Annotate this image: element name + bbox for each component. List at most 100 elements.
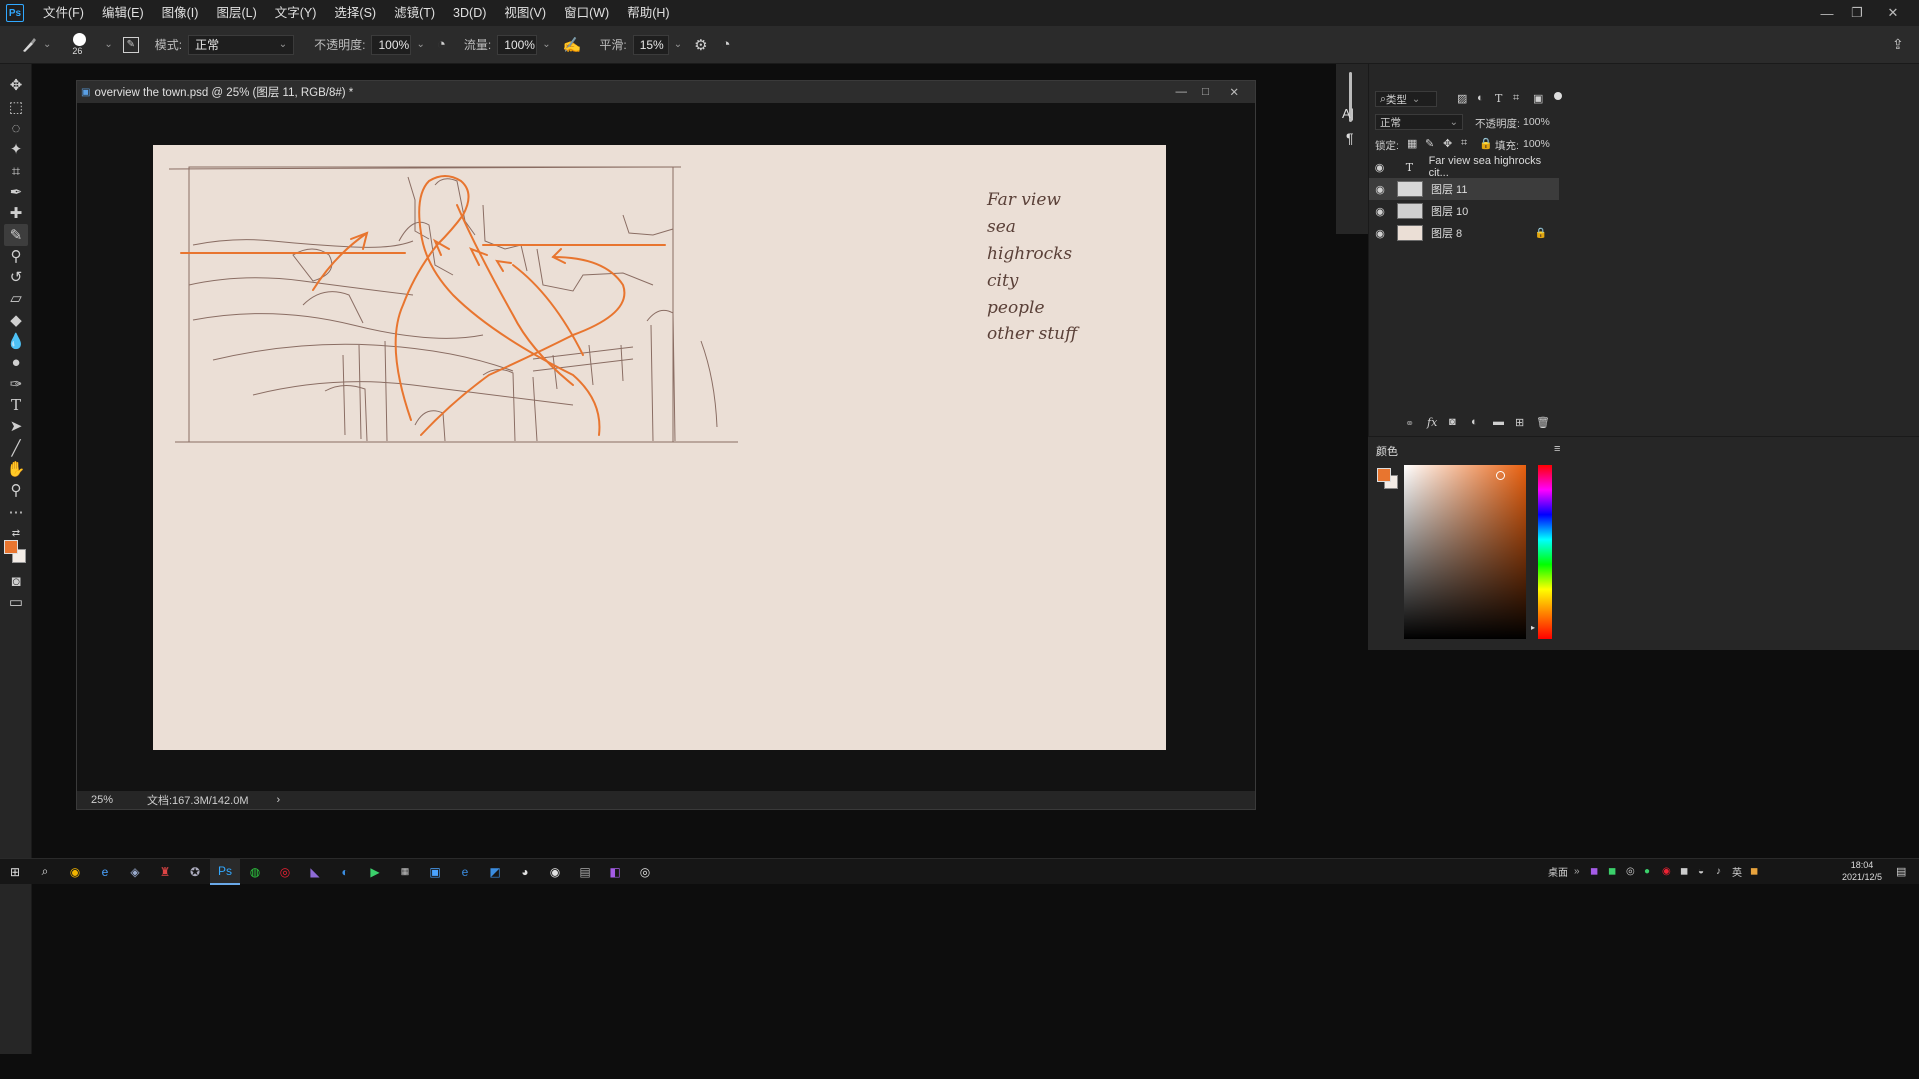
visual-studio-icon[interactable]: ◣ [300,859,330,885]
pressure-size-icon[interactable]: ◔ [722,36,731,53]
photoshop-taskbar-icon[interactable]: Ps [210,858,240,885]
flow-field[interactable]: 100% [497,34,538,55]
search-icon[interactable]: ⌕ [30,859,60,885]
menu-filter[interactable]: 滤镜(T) [385,0,444,26]
layer-opacity-value[interactable]: 100% [1523,116,1550,128]
app-icon[interactable]: ✪ [180,859,210,885]
blend-mode-select[interactable]: 正常 ⌄ [1375,114,1463,130]
healing-brush-tool-icon[interactable]: ✚ [4,202,28,224]
layer-row[interactable]: ◉ 图层 10 [1369,200,1559,222]
hand-tool-icon[interactable]: ✋ [4,458,28,480]
type-tool-icon[interactable]: T [4,394,28,416]
menu-help[interactable]: 帮助(H) [618,0,678,26]
eyedropper-tool-icon[interactable]: ✒ [4,181,28,203]
ime-indicator[interactable]: 英 [1732,864,1742,879]
filter-shape-icon[interactable]: ⌗ [1513,92,1519,105]
smoothing-field[interactable]: 15% [632,34,669,55]
wechat-icon[interactable]: ◍ [240,859,270,885]
netease-music-icon[interactable]: ◎ [270,859,300,885]
character-panel-icon[interactable]: A| [1342,106,1354,121]
doc-close-icon[interactable]: ✕ [1229,85,1239,99]
new-layer-icon[interactable]: ⊞ [1515,416,1524,429]
volume-icon[interactable]: ♪ [1716,866,1721,877]
menu-select[interactable]: 选择(S) [325,0,385,26]
doc-minimize-icon[interactable]: — [1176,86,1188,98]
layer-filter-select[interactable]: ⌕ 类型 ⌄ [1375,91,1437,107]
line-tool-icon[interactable]: ╱ [4,437,28,459]
lock-pixels-icon[interactable]: ✎ [1425,137,1434,150]
app-icon[interactable]: ◎ [630,859,660,885]
mode-select[interactable]: 正常 ⌄ [188,34,295,55]
more-tools-icon[interactable]: ⋯ [4,501,28,523]
ie-icon[interactable]: e [90,859,120,885]
menu-file[interactable]: 文件(F) [34,0,93,26]
desktop-label[interactable]: 桌面 [1548,864,1568,879]
close-icon[interactable]: ✕ [1878,0,1908,26]
document-titlebar[interactable]: ▣ overview the town.psd @ 25% (图层 11, RG… [77,81,1255,103]
gear-icon[interactable]: ⚙ [694,36,707,54]
menu-window[interactable]: 窗口(W) [555,0,618,26]
smoothing-chevron-icon[interactable]: ⌄ [674,39,682,50]
app-icon[interactable]: ◉ [540,859,570,885]
app-icon[interactable]: ◩ [480,859,510,885]
pen-tool-icon[interactable]: ✑ [4,373,28,395]
lock-transparent-icon[interactable]: ▦ [1407,137,1417,150]
pressure-opacity-icon[interactable]: ◔ [437,36,446,53]
layer-row[interactable]: ◉ 图层 11 [1369,178,1559,200]
add-mask-icon[interactable]: ◙ [1449,416,1456,428]
brush-tool-icon-active[interactable]: ✎ [4,224,28,246]
app-icon[interactable]: ◧ [600,859,630,885]
eye-icon[interactable]: ◉ [1369,183,1391,196]
lasso-tool-icon[interactable]: ◌ [4,117,28,139]
app-icon[interactable]: ♜ [150,859,180,885]
app-icon[interactable]: ◐ [330,859,360,885]
filter-toggle-icon[interactable] [1554,92,1562,100]
brush-settings-icon[interactable]: ✎ [122,36,139,53]
tray-app-icon[interactable]: ◼ [1680,866,1688,877]
hue-slider-handle-icon[interactable]: ▸ [1531,623,1535,632]
paint-bucket-tool-icon[interactable]: ◆ [4,309,28,331]
adjustment-layer-icon[interactable]: ◐ [1471,416,1478,428]
share-icon[interactable]: ⇪ [1892,36,1904,53]
history-brush-tool-icon[interactable]: ↺ [4,266,28,288]
color-picker-handle[interactable] [1496,471,1505,480]
photoshop-logo[interactable]: Ps [6,4,24,22]
chrome-icon[interactable]: ◉ [60,859,90,885]
foreground-color-swatch[interactable] [4,540,18,554]
steam-icon[interactable]: ◈ [120,859,150,885]
screen-mode-icon[interactable]: ▭ [4,591,28,613]
layer-style-fx-button[interactable]: fx [1427,416,1437,429]
path-selection-tool-icon[interactable]: ➤ [4,415,28,437]
opacity-chevron-icon[interactable]: ⌄ [416,39,424,50]
clock-time[interactable]: 18:04 [1832,860,1892,870]
brush-picker-chevron-icon[interactable]: ⌄ [104,39,112,50]
lock-all-icon[interactable]: 🔒 [1479,137,1493,150]
restore-icon[interactable]: ❐ [1842,0,1872,26]
canvas-area[interactable]: Far view sea highrocks city people other… [77,103,1255,793]
brush-tool-icon[interactable] [20,36,38,54]
canvas[interactable]: Far view sea highrocks city people other… [153,145,1166,750]
paragraph-panel-icon[interactable]: ¶ [1346,130,1354,146]
clone-stamp-tool-icon[interactable]: ⚲ [4,245,28,267]
play-icon[interactable]: ▶ [360,859,390,885]
minimize-icon[interactable]: — [1812,0,1842,26]
tray-app-icon[interactable]: ◎ [1626,866,1635,877]
marquee-tool-icon[interactable]: ⬚ [4,96,28,118]
dodge-tool-icon[interactable]: ● [4,351,28,373]
status-menu-arrow-icon[interactable]: › [277,794,281,806]
menu-view[interactable]: 视图(V) [495,0,555,26]
filter-smart-object-icon[interactable]: ▣ [1533,92,1543,105]
flow-chevron-icon[interactable]: ⌄ [542,39,550,50]
app-icon[interactable]: ▦ [390,859,420,885]
tray-app-icon[interactable]: ◉ [1662,866,1671,877]
network-icon[interactable]: ◒ [1698,866,1704,877]
tray-app-icon[interactable]: ● [1644,866,1650,877]
panel-menu-icon[interactable]: ≡ [1554,443,1560,455]
move-tool-icon[interactable]: ✥ [4,74,28,96]
edge-icon[interactable]: e [450,859,480,885]
menu-3d[interactable]: 3D(D) [444,0,495,26]
clock-date[interactable]: 2021/12/5 [1832,872,1892,882]
blur-tool-icon[interactable]: 💧 [4,330,28,352]
saturation-brightness-field[interactable] [1404,465,1526,639]
color-foreground-swatch[interactable] [1377,468,1391,482]
